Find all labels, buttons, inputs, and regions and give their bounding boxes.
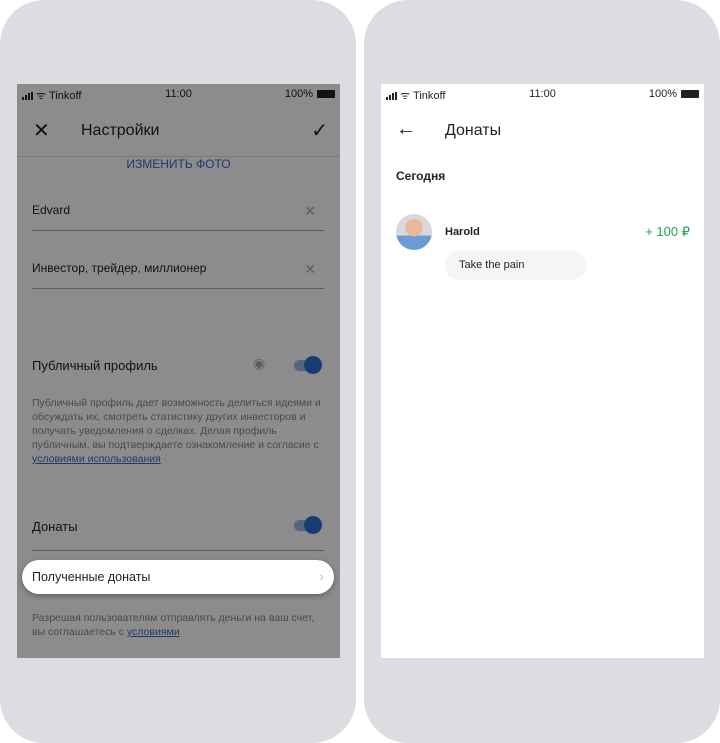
donor-name: Harold [445, 226, 480, 238]
battery-percent: 100% [648, 88, 677, 100]
status-bar: ᯤ Tinkoff 11:00 100% [381, 84, 704, 104]
settings-screen: ᯤ Tinkoff 11:00 100% ✕ Настройки ✓ ИЗМЕНИ… [17, 84, 340, 658]
back-arrow-icon[interactable]: ← [396, 118, 416, 141]
phone-frame-left: ᯤ Tinkoff 11:00 100% ✕ Настройки ✓ ИЗМЕНИ… [0, 0, 356, 743]
chevron-right-icon: › [319, 568, 324, 584]
page-title: Донаты [445, 122, 502, 139]
received-donations-row[interactable]: Полученные донаты › [22, 560, 334, 594]
avatar [396, 214, 432, 250]
donations-screen: ᯤ Tinkoff 11:00 100% ← Донаты Сегодня Har… [381, 84, 704, 658]
section-header: Сегодня [396, 169, 446, 183]
donation-amount: + 100 ₽ [645, 224, 690, 239]
donation-message: Take the pain [445, 251, 586, 280]
battery-icon [681, 90, 699, 98]
phone-frame-right: ᯤ Tinkoff 11:00 100% ← Донаты Сегодня Har… [364, 0, 720, 743]
received-donations-label: Полученные донаты [32, 570, 151, 584]
